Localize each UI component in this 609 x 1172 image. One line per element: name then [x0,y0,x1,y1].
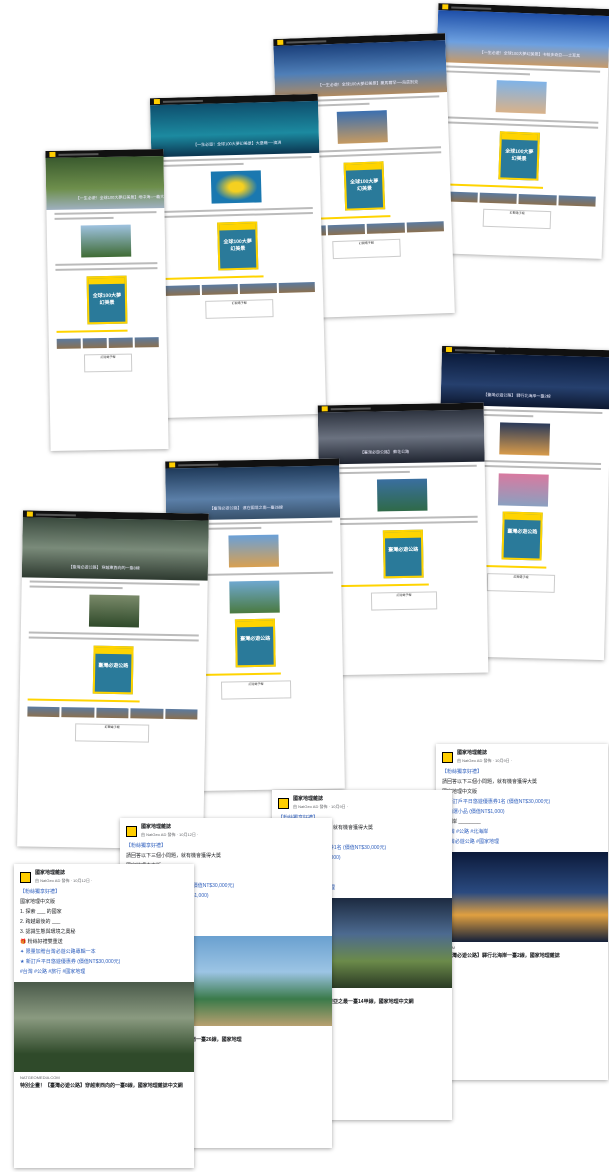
post-text-line[interactable]: ★ 精選小品 (價值NT$1,000) [442,809,602,816]
newsletter-box[interactable]: 訂閱電子報 [482,208,552,230]
post-text-line: 請回答以下三個小問題，就有機會獲得大獎 [442,779,538,785]
magazine-cover[interactable]: 全球100大夢幻美景 [86,275,128,325]
newsletter-box[interactable]: 訂閱電子報 [486,573,556,593]
link-source: NATGEOMEDIA.COM [20,1075,60,1080]
page-avatar-icon[interactable] [442,751,453,763]
magazine-cover[interactable]: 全球100大夢幻美景 [498,131,540,181]
post-text-line: 1. 探索 ___ 的國家 [20,909,62,915]
hero-caption: 【一生必遊！全球100大夢幻美景】地中海──義大利 [75,193,169,201]
hero-caption: 【臺灣必遊公路】 驛行北海岸一臺2線 [483,391,551,399]
page-name[interactable]: 國家地理雜誌 [293,796,348,803]
post-text-line: 🎁 粉絲好禮雙重送 [20,939,63,945]
article-card-suhua[interactable]: 【臺灣必遊公路】 蘇花公路 臺灣必遊公路 訂閱電子報 [317,402,489,676]
newsletter-box[interactable]: 訂閱電子報 [84,353,132,373]
page-name[interactable]: 國家地理雜誌 [35,870,92,877]
post-meta: 由 NatGeo AD 發佈 · 10月12日 · [141,832,199,837]
newsletter-box[interactable]: 訂閱電子報 [221,680,292,700]
post-meta: 由 NatGeo AD 發佈 · 10月9日 · [293,804,349,809]
natgeo-logo-icon [445,346,453,353]
hero-image: 【一生必遊！全球100大夢幻美景】地中海──義大利 [45,155,169,211]
hero-caption: 【一生必遊！全球100大夢幻美景】撒馬爾罕──烏茲別克 [317,79,419,88]
magazine-cover[interactable]: 全球100大夢幻美景 [217,221,259,271]
hero-image: 【臺灣必遊公路】 穿越東西向的一臺8線 [21,517,209,581]
magazine-cover[interactable]: 全球100大夢幻美景 [343,161,386,211]
post-text-line[interactable]: ★ 新訂戶平日悠遊優惠券 (價值NT$30,000元) [20,959,188,966]
natgeo-logo-icon [169,462,176,468]
natgeo-logo-icon [277,39,284,45]
newsletter-box[interactable]: 訂閱電子報 [74,723,150,743]
post-text-line: 國家地理中文版 [20,899,56,905]
post-text-line: 【粉絲獨享好禮】 [20,889,61,895]
hero-image: 【臺灣必遊公路】 蘇花公路 [317,409,485,465]
hero-image: 【臺灣必遊公路】 驛行北海岸一臺2線 [440,352,609,410]
page-avatar-icon[interactable] [20,871,31,883]
magazine-cover[interactable]: 臺灣必遊公路 [382,529,424,579]
newsletter-box[interactable]: 訂閱電子報 [205,299,274,319]
post-text-line[interactable]: #台灣 #公路 #北海岸 [442,829,602,836]
link-title[interactable]: 特別企畫！【臺灣必遊公路】穿越東西向的一臺8線，國家地理雜誌中文網 [14,1083,194,1090]
hero-caption: 【臺灣必遊公路】 蘇花公路 [359,448,410,455]
post-meta: 由 NatGeo AD 發佈 · 10月9日 · [457,758,513,763]
post-text-line[interactable]: ★ 新訂戶平日悠遊優惠券1名 (價值NT$30,000元) [442,799,602,806]
article-card-italy[interactable]: 【一生必遊！全球100大夢幻美景】地中海──義大利 全球100大夢幻美景 訂閱電… [45,148,169,452]
post-link-image[interactable] [436,852,608,942]
link-source: A.COM [436,942,608,953]
fb-post-card[interactable]: 國家地理雜誌 由 NatGeo AD 發佈 · 10月12日 · 【粉絲獨享好禮… [14,864,194,1168]
hashtags[interactable]: #台灣 #公路 #旅行 #國家地理 [20,969,188,976]
post-text-line: 請回答以下三個小問題，就有機會獲得大獎 [126,853,222,859]
hero-caption: 【一生必遊！全球100大夢幻美景】大堡礁──澳洲 [193,139,282,148]
natgeo-logo-icon [49,151,56,157]
page-avatar-icon[interactable] [126,825,137,837]
post-meta: 由 NatGeo AD 發佈 · 10月12日 · [35,878,93,883]
newsletter-box[interactable]: 訂閱電子報 [370,591,438,611]
hero-caption: 【臺灣必遊公路】 穿越東西向的一臺8線 [68,564,140,571]
post-text-line: 國家地理中文版 [442,789,478,795]
hero-caption: 【臺灣必遊公路】 遠在國境之南一臺26線 [209,504,284,511]
post-text-line: 北海岸 ________ [442,819,481,825]
post-text-line: 2. 跨越最後的 ___ [20,919,61,925]
page-name[interactable]: 國家地理雜誌 [141,824,198,831]
page-avatar-icon[interactable] [278,797,289,809]
article-card-reef[interactable]: 【一生必遊！全球100大夢幻美景】大堡礁──澳洲 全球100大夢幻美景 訂閱電子… [149,93,327,419]
hashtags[interactable]: #台灣必遊公路 #國家地理 [442,839,602,846]
post-text-line: 【粉絲獨享好禮】 [442,769,483,775]
post-text-line[interactable]: ✦ 限量加贈台灣必遊公路專輯一本 [20,949,188,956]
natgeo-logo-icon [26,511,33,517]
post-text-line: 3. 認識生態與環境之奧秘 [20,929,76,935]
post-link-image[interactable] [14,982,194,1072]
hero-image: 【一生必遊！全球100大夢幻美景】大堡礁──澳洲 [150,100,320,158]
hero-caption: 【一生必遊！全球100大夢幻美景】卡帕多奇亞──土耳其 [479,49,581,59]
natgeo-logo-icon [153,98,160,105]
hero-image: 【臺灣必遊公路】 遠在國境之南一臺26線 [165,465,341,521]
natgeo-logo-icon [321,406,328,412]
page-name[interactable]: 國家地理雜誌 [457,750,512,757]
magazine-cover[interactable]: 臺灣必遊公路 [501,511,543,561]
post-text-line: 【粉絲獨享好禮】 [126,843,167,849]
hero-image: 【一生必遊！全球100大夢幻美景】撒馬爾罕──烏茲別克 [273,40,448,99]
natgeo-logo-icon [442,4,449,10]
newsletter-box[interactable]: 訂閱電子報 [331,238,402,260]
hero-image: 【一生必遊！全球100大夢幻美景】卡帕多奇亞──土耳其 [436,10,609,69]
magazine-cover[interactable]: 臺灣必遊公路 [234,618,276,668]
magazine-cover[interactable]: 臺灣必遊公路 [92,645,134,695]
link-title[interactable]: 【臺灣必遊公路】驛行北海岸一臺2線，國家地理雜誌 [436,953,608,960]
article-card-cappadocia[interactable]: 【一生必遊！全球100大夢幻美景】卡帕多奇亞──土耳其 全球100大夢幻美景 訂… [429,3,609,259]
article-card-route8[interactable]: 【臺灣必遊公路】 穿越東西向的一臺8線 臺灣必遊公路 訂閱電子報 [17,510,209,850]
fb-post-card[interactable]: 國家地理雜誌 由 NatGeo AD 發佈 · 10月9日 · 【粉絲獨享好禮】… [436,744,608,1080]
